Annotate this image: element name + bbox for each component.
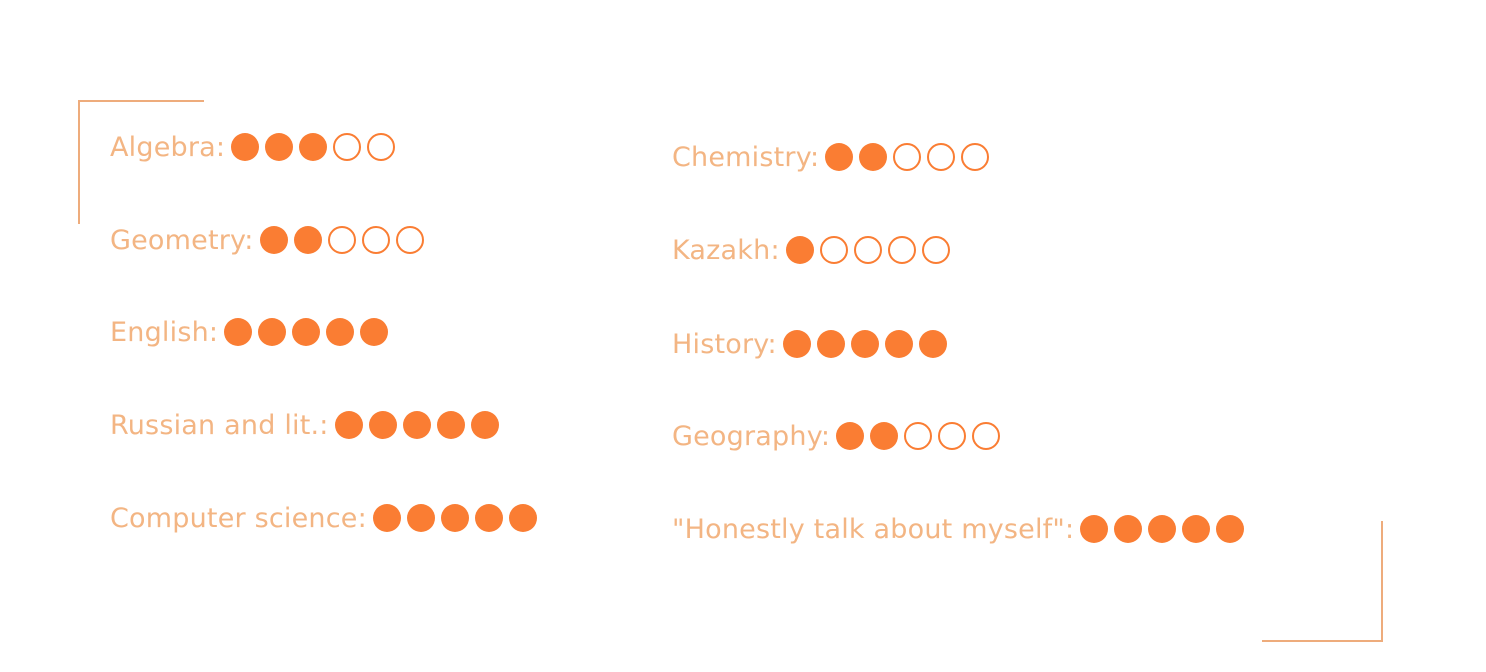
rating-label: Geometry:: [110, 224, 254, 256]
rating-dot-filled: [259, 226, 288, 254]
rating-dot-filled: [1216, 515, 1245, 543]
rating-row-history: History:: [672, 327, 947, 361]
rating-dots: [372, 504, 537, 532]
rating-dot-empty: [961, 143, 990, 171]
frame-corner-top-left-vertical: [78, 100, 80, 224]
rating-dot-filled: [782, 330, 811, 358]
rating-dot-empty: [887, 236, 916, 264]
frame-corner-bottom-right-vertical: [1381, 521, 1383, 642]
rating-dot-empty: [921, 236, 950, 264]
rating-dot-empty: [333, 133, 362, 161]
rating-label: Computer science:: [110, 502, 367, 534]
rating-dot-filled: [1114, 515, 1143, 543]
rating-dot-filled: [1080, 515, 1109, 543]
rating-row-english: English:: [110, 315, 389, 349]
rating-dot-filled: [870, 422, 899, 450]
rating-dot-empty: [361, 226, 390, 254]
rating-dot-filled: [508, 504, 537, 532]
rating-label: Algebra:: [110, 131, 226, 163]
rating-dot-filled: [258, 318, 287, 346]
rating-dot-filled: [293, 226, 322, 254]
rating-dot-filled: [334, 411, 363, 439]
rating-dot-filled: [299, 133, 328, 161]
rating-dot-filled: [1182, 515, 1211, 543]
rating-row-chemistry: Chemistry:: [672, 140, 990, 174]
rating-dots: [825, 143, 990, 171]
rating-dot-filled: [360, 318, 389, 346]
rating-dots: [1080, 515, 1245, 543]
rating-dot-filled: [918, 330, 947, 358]
rating-dot-empty: [904, 422, 933, 450]
rating-dot-empty: [367, 133, 396, 161]
rating-dot-filled: [265, 133, 294, 161]
rating-row-algebra: Algebra:: [110, 130, 396, 164]
rating-label: History:: [672, 328, 777, 360]
rating-dot-filled: [372, 504, 401, 532]
rating-dot-filled: [231, 133, 260, 161]
rating-row-geometry: Geometry:: [110, 223, 424, 257]
rating-dot-filled: [440, 504, 469, 532]
frame-corner-bottom-right-horizontal: [1262, 640, 1383, 642]
rating-row-russian-and-lit: Russian and lit.:: [110, 408, 499, 442]
rating-dots: [224, 318, 389, 346]
rating-dot-empty: [927, 143, 956, 171]
rating-dot-filled: [1148, 515, 1177, 543]
rating-dot-empty: [972, 422, 1001, 450]
rating-dot-filled: [470, 411, 499, 439]
rating-row-kazakh: Kazakh:: [672, 233, 950, 267]
frame-corner-top-left-horizontal: [78, 100, 204, 102]
rating-dots: [782, 330, 947, 358]
rating-label: Kazakh:: [672, 234, 780, 266]
rating-dot-filled: [326, 318, 355, 346]
rating-dot-filled: [292, 318, 321, 346]
rating-label: English:: [110, 316, 219, 348]
rating-dots: [231, 133, 396, 161]
rating-dot-empty: [819, 236, 848, 264]
rating-dot-filled: [368, 411, 397, 439]
rating-dot-empty: [853, 236, 882, 264]
skills-rating-panel: Algebra: Geometry: English: Russian and …: [0, 0, 1486, 672]
rating-row-honestly-talk-about-myself: "Honestly talk about myself":: [672, 512, 1245, 546]
rating-dot-filled: [850, 330, 879, 358]
rating-label: Chemistry:: [672, 141, 820, 173]
rating-dot-filled: [406, 504, 435, 532]
rating-dot-filled: [402, 411, 431, 439]
rating-dot-empty: [327, 226, 356, 254]
rating-dot-filled: [836, 422, 865, 450]
rating-dot-filled: [436, 411, 465, 439]
rating-row-computer-science: Computer science:: [110, 501, 537, 535]
rating-label: Russian and lit.:: [110, 409, 329, 441]
rating-dot-filled: [859, 143, 888, 171]
rating-dot-filled: [816, 330, 845, 358]
rating-dot-filled: [825, 143, 854, 171]
rating-dot-filled: [224, 318, 253, 346]
rating-dot-filled: [884, 330, 913, 358]
rating-dots: [785, 236, 950, 264]
rating-label: "Honestly talk about myself":: [672, 513, 1075, 545]
rating-dot-empty: [938, 422, 967, 450]
rating-dots: [259, 226, 424, 254]
rating-dots: [836, 422, 1001, 450]
rating-label: Geography:: [672, 420, 831, 452]
rating-dot-filled: [474, 504, 503, 532]
rating-row-geography: Geography:: [672, 419, 1001, 453]
rating-dot-empty: [395, 226, 424, 254]
rating-dots: [334, 411, 499, 439]
rating-dot-filled: [785, 236, 814, 264]
rating-dot-empty: [893, 143, 922, 171]
